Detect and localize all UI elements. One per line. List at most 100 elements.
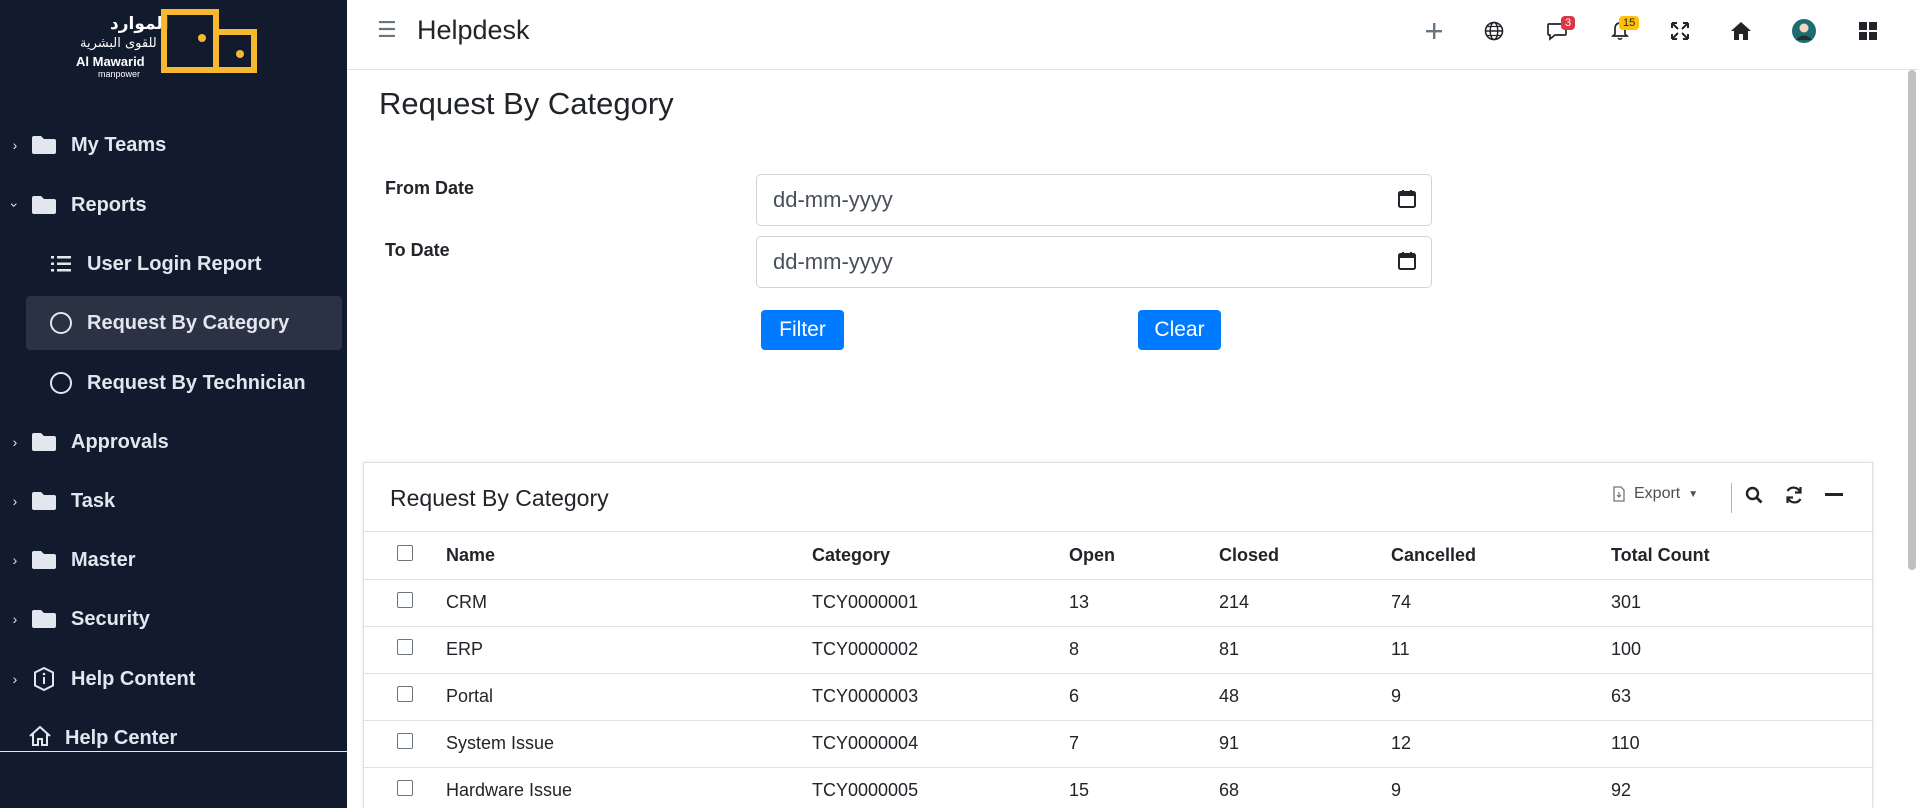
column-header-closed[interactable]: Closed	[1219, 532, 1391, 580]
folder-icon	[32, 492, 56, 510]
home-icon[interactable]	[1726, 16, 1756, 46]
column-header-category[interactable]: Category	[812, 532, 1069, 580]
clipped-sidebar-item	[60, 82, 290, 96]
row-select-cell	[364, 579, 446, 627]
cell-closed: 81	[1219, 626, 1391, 674]
select-all-cell	[364, 532, 446, 580]
row-select-cell	[364, 626, 446, 674]
page-scrollbar[interactable]	[1908, 70, 1916, 570]
globe-icon[interactable]	[1479, 16, 1509, 46]
table-row[interactable]: System Issue TCY0000004 7 91 12 110	[364, 720, 1874, 768]
sidebar: الموارد للقوى البشرية Al Mawarid manpowe…	[0, 0, 347, 808]
cell-closed: 91	[1219, 720, 1391, 768]
row-checkbox[interactable]	[397, 686, 413, 702]
info-icon	[34, 667, 54, 691]
calendar-icon[interactable]	[1397, 189, 1417, 209]
sidebar-item-label: Reports	[71, 193, 147, 216]
table-header-row: Name Category Open Closed Cancelled Tota…	[364, 532, 1874, 580]
column-header-name[interactable]: Name	[446, 532, 812, 580]
sidebar-item-user-login-report[interactable]: User Login Report	[26, 237, 342, 291]
folder-icon	[32, 196, 56, 214]
circle-icon	[50, 372, 72, 394]
sidebar-item-label: My Teams	[71, 133, 167, 156]
sidebar-item-label: Task	[71, 489, 116, 512]
sidebar-item-request-by-category[interactable]: Request By Category	[26, 296, 342, 350]
logo-arabic-subtitle: للقوى البشرية	[80, 36, 157, 51]
report-table: Name Category Open Closed Cancelled Tota…	[364, 532, 1874, 808]
avatar[interactable]	[1789, 16, 1819, 46]
table-row[interactable]: Portal TCY0000003 6 48 9 63	[364, 673, 1874, 721]
sidebar-item-security[interactable]: › Security	[0, 594, 347, 644]
folder-icon	[32, 136, 56, 154]
sidebar-item-label: User Login Report	[87, 252, 262, 275]
sidebar-item-label: Security	[71, 607, 150, 630]
cell-cancelled: 11	[1391, 626, 1611, 674]
logo-english-subtitle: manpower	[98, 69, 141, 79]
cell-open: 7	[1069, 720, 1219, 768]
chevron-down-icon: ›	[7, 202, 23, 208]
select-all-checkbox[interactable]	[397, 544, 413, 561]
from-date-placeholder: dd-mm-yyyy	[773, 187, 893, 212]
home-outline-icon	[29, 725, 51, 746]
filter-button[interactable]: Filter	[761, 310, 844, 350]
cell-cancelled: 12	[1391, 720, 1611, 768]
cell-category: TCY0000003	[812, 673, 1069, 721]
clear-button[interactable]: Clear	[1138, 310, 1221, 350]
chevron-right-icon: ›	[12, 137, 18, 153]
column-header-cancelled[interactable]: Cancelled	[1391, 532, 1611, 580]
chevron-right-icon: ›	[12, 552, 18, 568]
row-select-cell	[364, 767, 446, 808]
sidebar-item-reports[interactable]: › Reports	[0, 180, 347, 230]
hamburger-menu-icon[interactable]: ☰	[377, 17, 397, 43]
from-date-input[interactable]: dd-mm-yyyy	[756, 174, 1432, 226]
sidebar-item-task[interactable]: › Task	[0, 476, 347, 526]
company-logo[interactable]: الموارد للقوى البشرية Al Mawarid manpowe…	[60, 6, 260, 79]
cell-open: 13	[1069, 579, 1219, 627]
bell-icon[interactable]: 15	[1605, 16, 1640, 46]
chat-icon[interactable]: 3	[1542, 16, 1576, 46]
caret-down-icon: ▼	[1688, 488, 1699, 500]
cell-closed: 48	[1219, 673, 1391, 721]
table-row[interactable]: Hardware Issue TCY0000005 15 68 9 92	[364, 767, 1874, 808]
collapse-minus-icon[interactable]	[1820, 481, 1848, 509]
sidebar-item-help-center[interactable]: Help Center	[0, 713, 347, 763]
search-icon[interactable]	[1740, 481, 1768, 509]
export-dropdown[interactable]: Export ▼	[1612, 485, 1698, 503]
cell-open: 8	[1069, 626, 1219, 674]
cell-closed: 68	[1219, 767, 1391, 808]
row-checkbox[interactable]	[397, 780, 413, 796]
sidebar-item-label: Request By Technician	[87, 371, 306, 394]
row-checkbox[interactable]	[397, 639, 413, 655]
sidebar-item-help-content[interactable]: › Help Content	[0, 654, 347, 704]
table-row[interactable]: CRM TCY0000001 13 214 74 301	[364, 579, 1874, 627]
to-date-input[interactable]: dd-mm-yyyy	[756, 236, 1432, 288]
refresh-icon[interactable]	[1780, 481, 1808, 509]
table-row[interactable]: ERP TCY0000002 8 81 11 100	[364, 626, 1874, 674]
row-checkbox[interactable]	[397, 733, 413, 749]
grid-icon[interactable]	[1853, 16, 1883, 46]
cell-closed: 214	[1219, 579, 1391, 627]
sidebar-item-approvals[interactable]: › Approvals	[0, 417, 347, 467]
card-header: Request By Category Export ▼	[364, 463, 1874, 532]
chevron-right-icon: ›	[12, 493, 18, 509]
app-title: Helpdesk	[417, 15, 530, 45]
card-title: Request By Category	[390, 485, 609, 511]
sidebar-item-master[interactable]: › Master	[0, 535, 347, 585]
cell-category: TCY0000002	[812, 626, 1069, 674]
cell-total-count: 100	[1611, 626, 1874, 674]
plus-icon[interactable]	[1419, 16, 1449, 46]
cell-category: TCY0000001	[812, 579, 1069, 627]
cell-category: TCY0000004	[812, 720, 1069, 768]
sidebar-item-request-by-technician[interactable]: Request By Technician	[26, 356, 342, 410]
cell-name: ERP	[446, 626, 812, 674]
cell-name: System Issue	[446, 720, 812, 768]
cell-open: 15	[1069, 767, 1219, 808]
sidebar-item-my-teams[interactable]: › My Teams	[0, 120, 347, 170]
calendar-icon[interactable]	[1397, 251, 1417, 271]
cell-total-count: 110	[1611, 720, 1874, 768]
column-header-total-count[interactable]: Total Count	[1611, 532, 1874, 580]
sidebar-item-label: Help Center	[65, 726, 178, 749]
column-header-open[interactable]: Open	[1069, 532, 1219, 580]
row-checkbox[interactable]	[397, 592, 413, 608]
expand-icon[interactable]	[1665, 16, 1695, 46]
